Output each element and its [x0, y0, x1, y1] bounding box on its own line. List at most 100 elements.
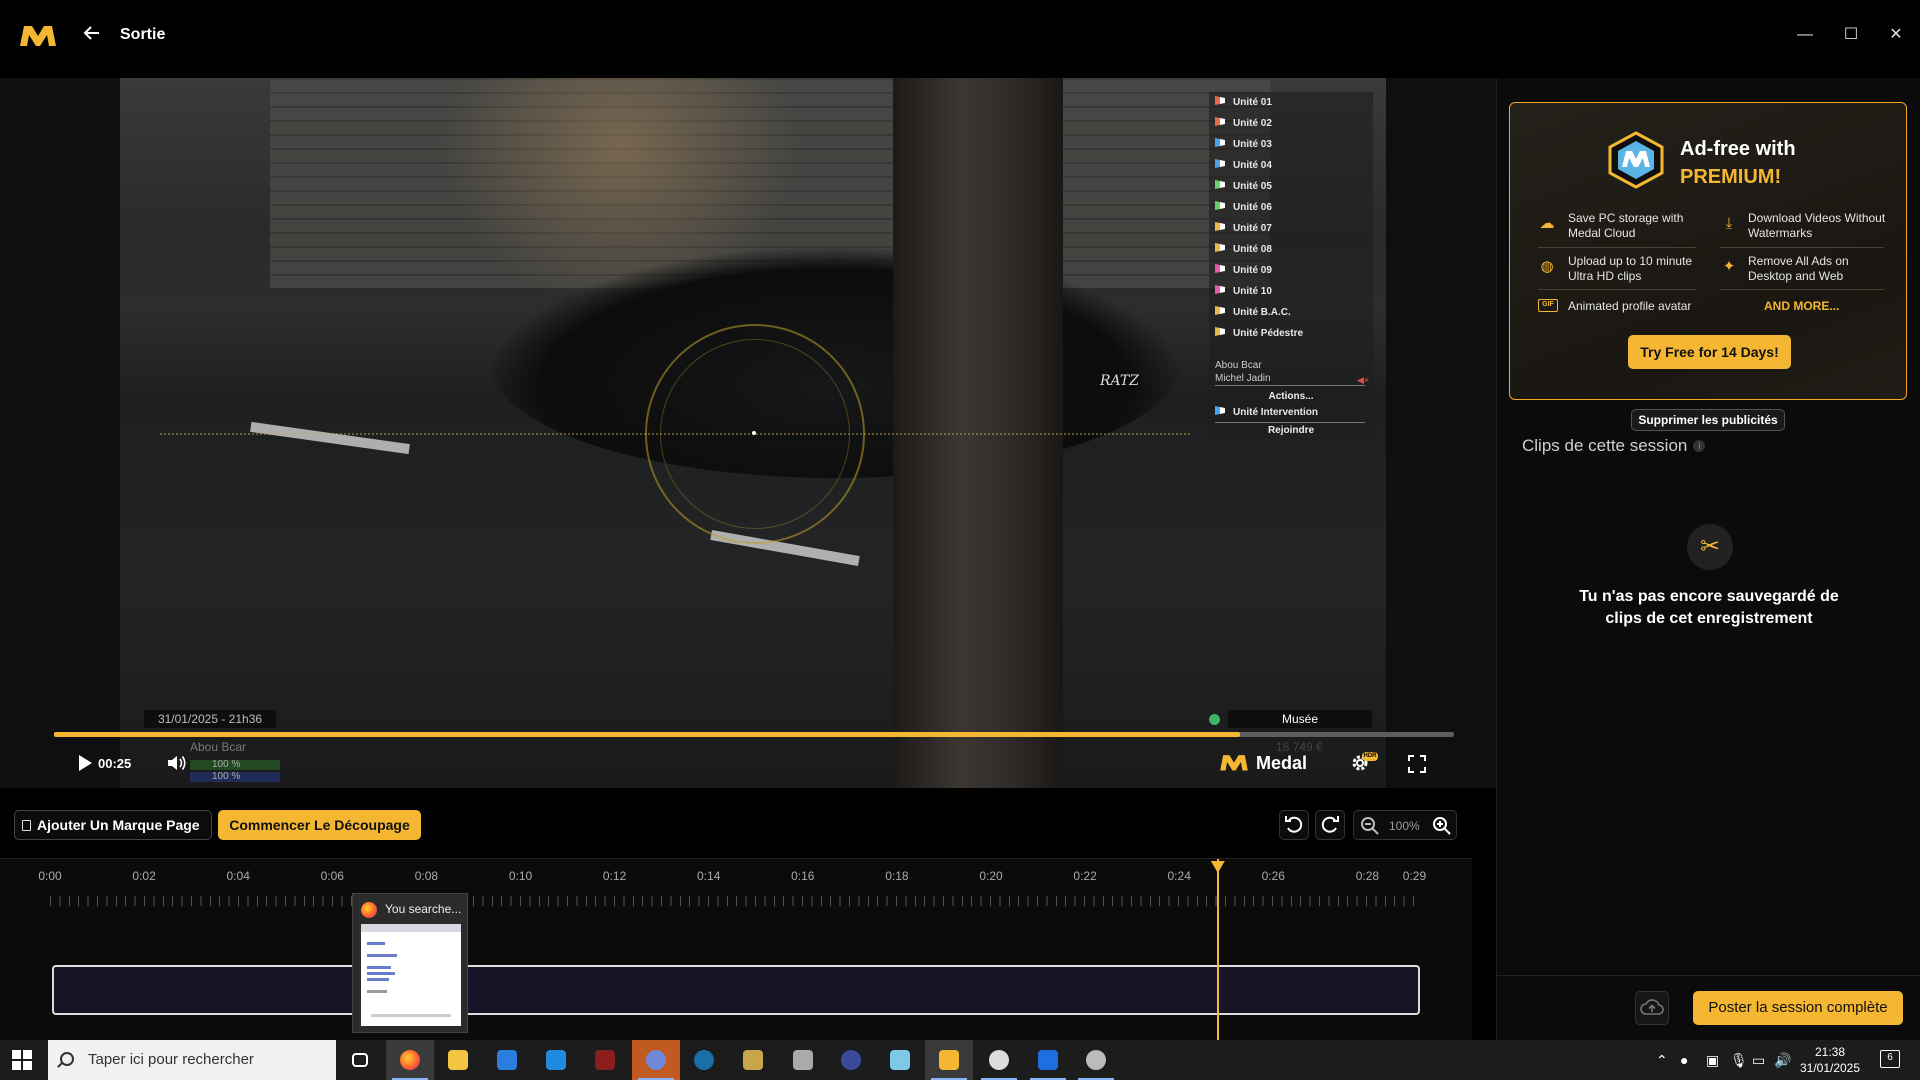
video-player[interactable]: RATZ Unité 01 Unité 02 Unité 03 Unité 04 Uni…: [0, 78, 1496, 788]
current-time: 00:25: [98, 756, 132, 771]
close-button[interactable]: ✕: [1881, 20, 1911, 50]
g-app-icon[interactable]: [1024, 1040, 1072, 1080]
title-bar: Sortie — ☐ ✕: [0, 0, 1920, 70]
feature-download: Download Videos Without Watermarks: [1748, 211, 1886, 240]
info-icon[interactable]: i: [1693, 440, 1706, 452]
feature-no-ads: Remove All Ads on Desktop and Web: [1748, 254, 1849, 283]
playhead[interactable]: [1216, 859, 1219, 1041]
radio-actions: Actions...: [1268, 391, 1314, 402]
radio-member: Michel Jadin: [1215, 373, 1271, 384]
globe-icon: ◍: [1540, 258, 1554, 275]
hdr-badge: HDR: [1362, 752, 1378, 761]
timeline[interactable]: 0:00 0:02 0:04 0:06 0:08 0:10 0:12 0:14 0:16 0:18…: [0, 858, 1472, 1041]
microphone-icon[interactable]: 🎙: [1730, 1040, 1748, 1080]
zoom-in-icon[interactable]: [1432, 816, 1452, 836]
file-explorer-icon[interactable]: [434, 1040, 482, 1080]
and-more-link[interactable]: AND MORE...: [1764, 299, 1839, 313]
network-icon[interactable]: ▭: [1752, 1040, 1765, 1080]
timeline-tick-label: 0:12: [602, 869, 627, 883]
flag-icon: [1215, 180, 1225, 189]
cloud-upload-button[interactable]: [1635, 991, 1669, 1025]
premium-title: Ad-free with PREMIUM!: [1680, 138, 1796, 188]
taskbar-thumbnail-preview[interactable]: You searche...: [352, 893, 468, 1033]
timeline-tick-label: 0:00: [38, 869, 62, 883]
sparkle-icon: ✦: [1722, 258, 1736, 275]
radio-member: Abou Bcar: [1215, 360, 1262, 371]
obs-icon[interactable]: [975, 1040, 1023, 1080]
timeline-tick-label: 0:24: [1167, 869, 1191, 883]
volume-icon[interactable]: [166, 753, 188, 773]
add-bookmark-button[interactable]: Ajouter Un Marque Page: [14, 810, 212, 840]
cloud-icon: ☁: [1539, 215, 1555, 232]
timeline-tick-label: 0:26: [1261, 869, 1285, 883]
play-icon[interactable]: [76, 753, 94, 773]
fullscreen-icon[interactable]: [1407, 754, 1427, 774]
discord-icon[interactable]: [632, 1040, 680, 1080]
medal-logo-icon: [20, 26, 56, 46]
timeline-tick-label: 0:16: [791, 869, 815, 883]
speaker-icon[interactable]: 🔊: [1774, 1040, 1791, 1080]
undo-icon: [1285, 816, 1303, 833]
hud-health: 100 %: [190, 760, 280, 770]
chevron-up-icon[interactable]: ⌃: [1656, 1040, 1668, 1080]
clips-heading: Clips de cette session i: [1522, 436, 1706, 456]
medal-logo-icon: [1220, 755, 1248, 771]
taskbar-clock[interactable]: 21:38 31/01/2025: [1790, 1044, 1870, 1076]
radio-unit-item: Unité 08: [1215, 243, 1365, 261]
minimize-button[interactable]: —: [1790, 20, 1820, 50]
scissors-icon: ✂: [1687, 524, 1733, 570]
medal-watermark: Medal: [1218, 752, 1307, 776]
try-free-button[interactable]: Try Free for 14 Days!: [1628, 335, 1791, 369]
zoom-out-icon[interactable]: [1360, 816, 1380, 836]
clip-range[interactable]: [52, 965, 1420, 1015]
radio-unit-item: Unité 03: [1215, 138, 1365, 156]
radio-unit-item: Unité Pédestre: [1215, 327, 1365, 345]
radio-unit-item: Unité 09: [1215, 264, 1365, 282]
radio-unit-item: Unité 05: [1215, 180, 1365, 198]
feature-avatar: Animated profile avatar: [1568, 299, 1692, 313]
maximize-button[interactable]: ☐: [1836, 20, 1866, 50]
start-trim-button[interactable]: Commencer Le Découpage: [218, 810, 421, 840]
vpn-app-icon[interactable]: [1072, 1040, 1120, 1080]
store-icon[interactable]: [483, 1040, 531, 1080]
steam-tray-icon[interactable]: ●: [1680, 1040, 1688, 1080]
medal-taskbar-icon[interactable]: [925, 1040, 973, 1080]
post-session-button[interactable]: Poster la session complète: [1693, 991, 1903, 1025]
dayz-launcher-icon[interactable]: [581, 1040, 629, 1080]
radio-unit-item: Unité 06: [1215, 201, 1365, 219]
flag-icon: [1215, 264, 1225, 273]
timeline-tick-label: 0:08: [414, 869, 439, 883]
gif-icon: GIF: [1538, 299, 1558, 312]
notification-icon[interactable]: 6: [1880, 1050, 1900, 1068]
bookmark-icon: [22, 820, 31, 831]
radio-unit-item: Unité 10: [1215, 285, 1365, 303]
progress-fill: [54, 732, 1240, 737]
league-icon[interactable]: [729, 1040, 777, 1080]
zoom-control: 100%: [1353, 810, 1457, 840]
back-arrow-icon[interactable]: [82, 23, 106, 47]
progress-bar[interactable]: [54, 732, 1454, 737]
shield-app-icon[interactable]: [827, 1040, 875, 1080]
task-view-icon[interactable]: [336, 1040, 384, 1080]
timeline-tick-label: 0:02: [132, 869, 156, 883]
steam-icon[interactable]: [680, 1040, 728, 1080]
printer-app-icon[interactable]: [779, 1040, 827, 1080]
firefox-taskbar-icon[interactable]: [386, 1040, 434, 1080]
playhead-handle[interactable]: [1210, 861, 1225, 873]
download-icon: ⤓: [1725, 215, 1733, 232]
empty-clips-message: Tu n'as pas encore sauvegardé de clips d…: [1579, 588, 1839, 627]
flag-icon: [1215, 243, 1225, 252]
device-tray-icon[interactable]: ▣: [1706, 1040, 1719, 1080]
mail-icon[interactable]: [532, 1040, 580, 1080]
timeline-tick-label: 0:06: [320, 869, 344, 883]
radio-unit-item: Unité 01: [1215, 96, 1365, 114]
notes-app-icon[interactable]: [876, 1040, 924, 1080]
right-panel: Ad-free with PREMIUM! ☁ Save PC storage …: [1496, 78, 1920, 1040]
taskbar-search-input[interactable]: Taper ici pour rechercher: [48, 1040, 336, 1080]
undo-button[interactable]: [1279, 810, 1309, 840]
radio-menu: Unité 01 Unité 02 Unité 03 Unité 04 Unité 05…: [1209, 92, 1373, 436]
remove-ads-button[interactable]: Supprimer les publicités: [1631, 409, 1785, 431]
windows-start-icon[interactable]: [12, 1050, 32, 1070]
flag-icon: [1215, 138, 1225, 147]
redo-button[interactable]: [1315, 810, 1345, 840]
